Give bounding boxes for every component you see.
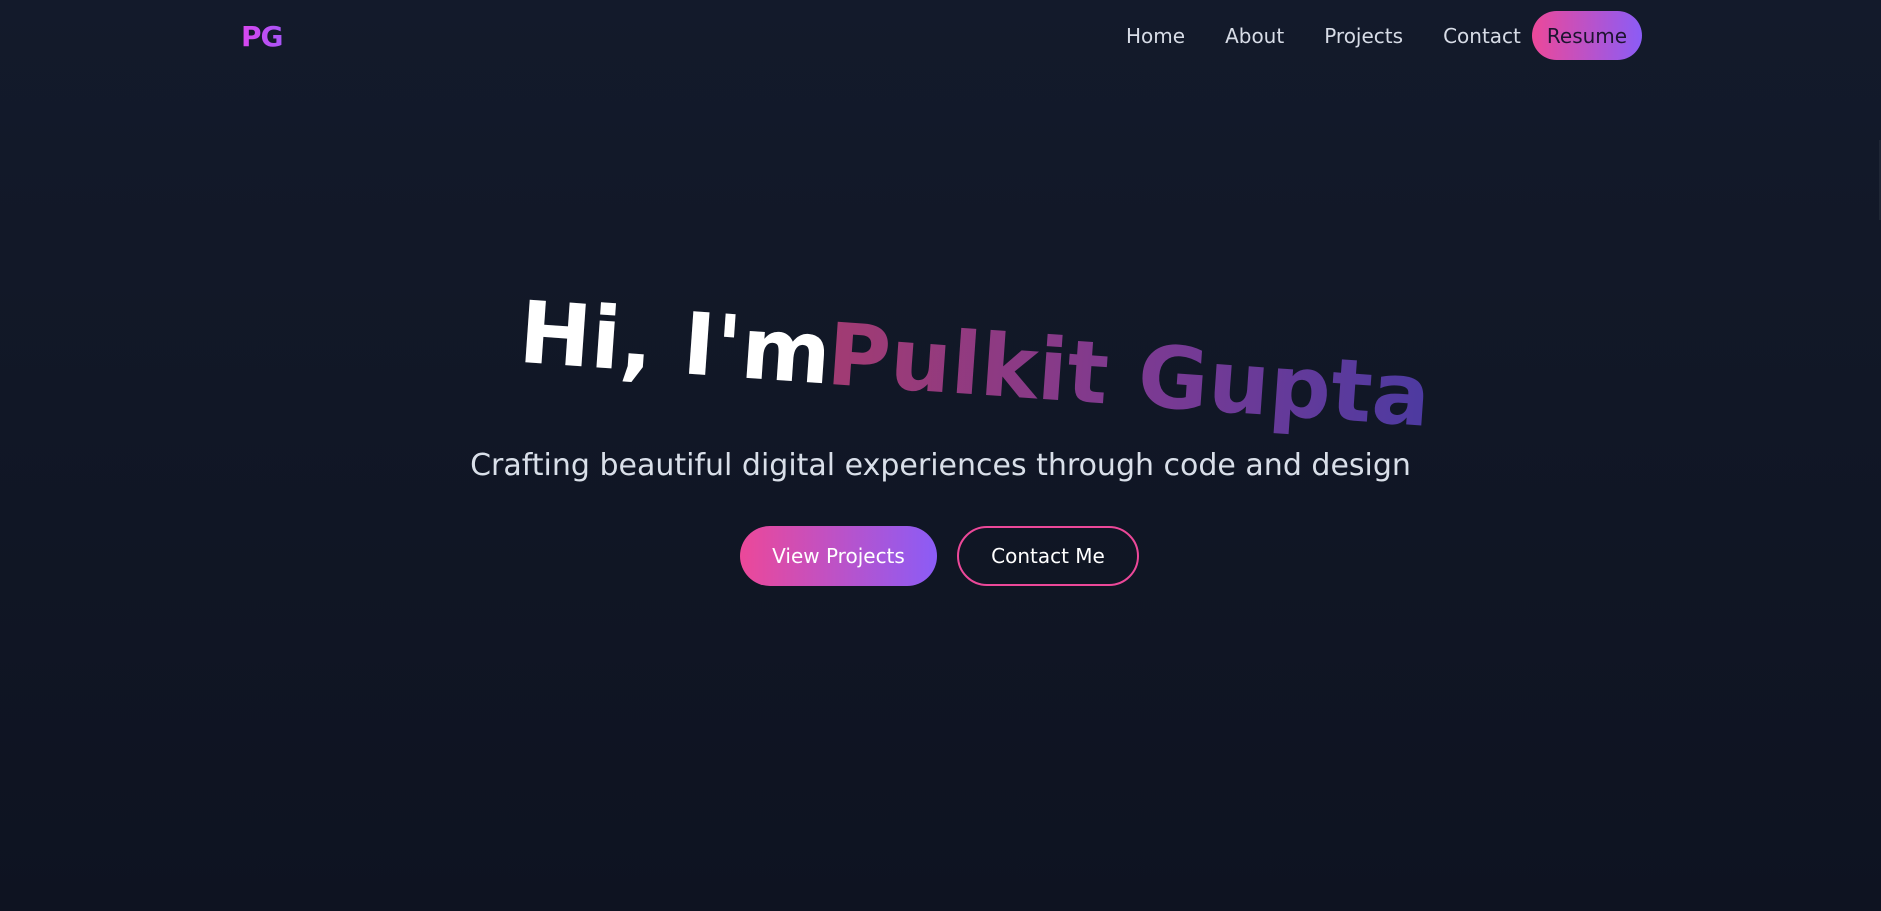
- greeting-text: Hi, I'm: [516, 283, 835, 405]
- hero-subtitle: Crafting beautiful digital experiences t…: [470, 448, 1411, 483]
- hero-actions: View Projects Contact Me: [740, 526, 1142, 590]
- contact-me-button[interactable]: Contact Me: [957, 526, 1139, 586]
- hero-headline: Hi, I'm Pulkit Gupta: [516, 283, 1433, 447]
- name-text: Pulkit Gupta: [824, 305, 1434, 447]
- view-projects-button[interactable]: View Projects: [740, 526, 937, 586]
- hero-section: Hi, I'm Pulkit Gupta Crafting beautiful …: [0, 0, 1881, 911]
